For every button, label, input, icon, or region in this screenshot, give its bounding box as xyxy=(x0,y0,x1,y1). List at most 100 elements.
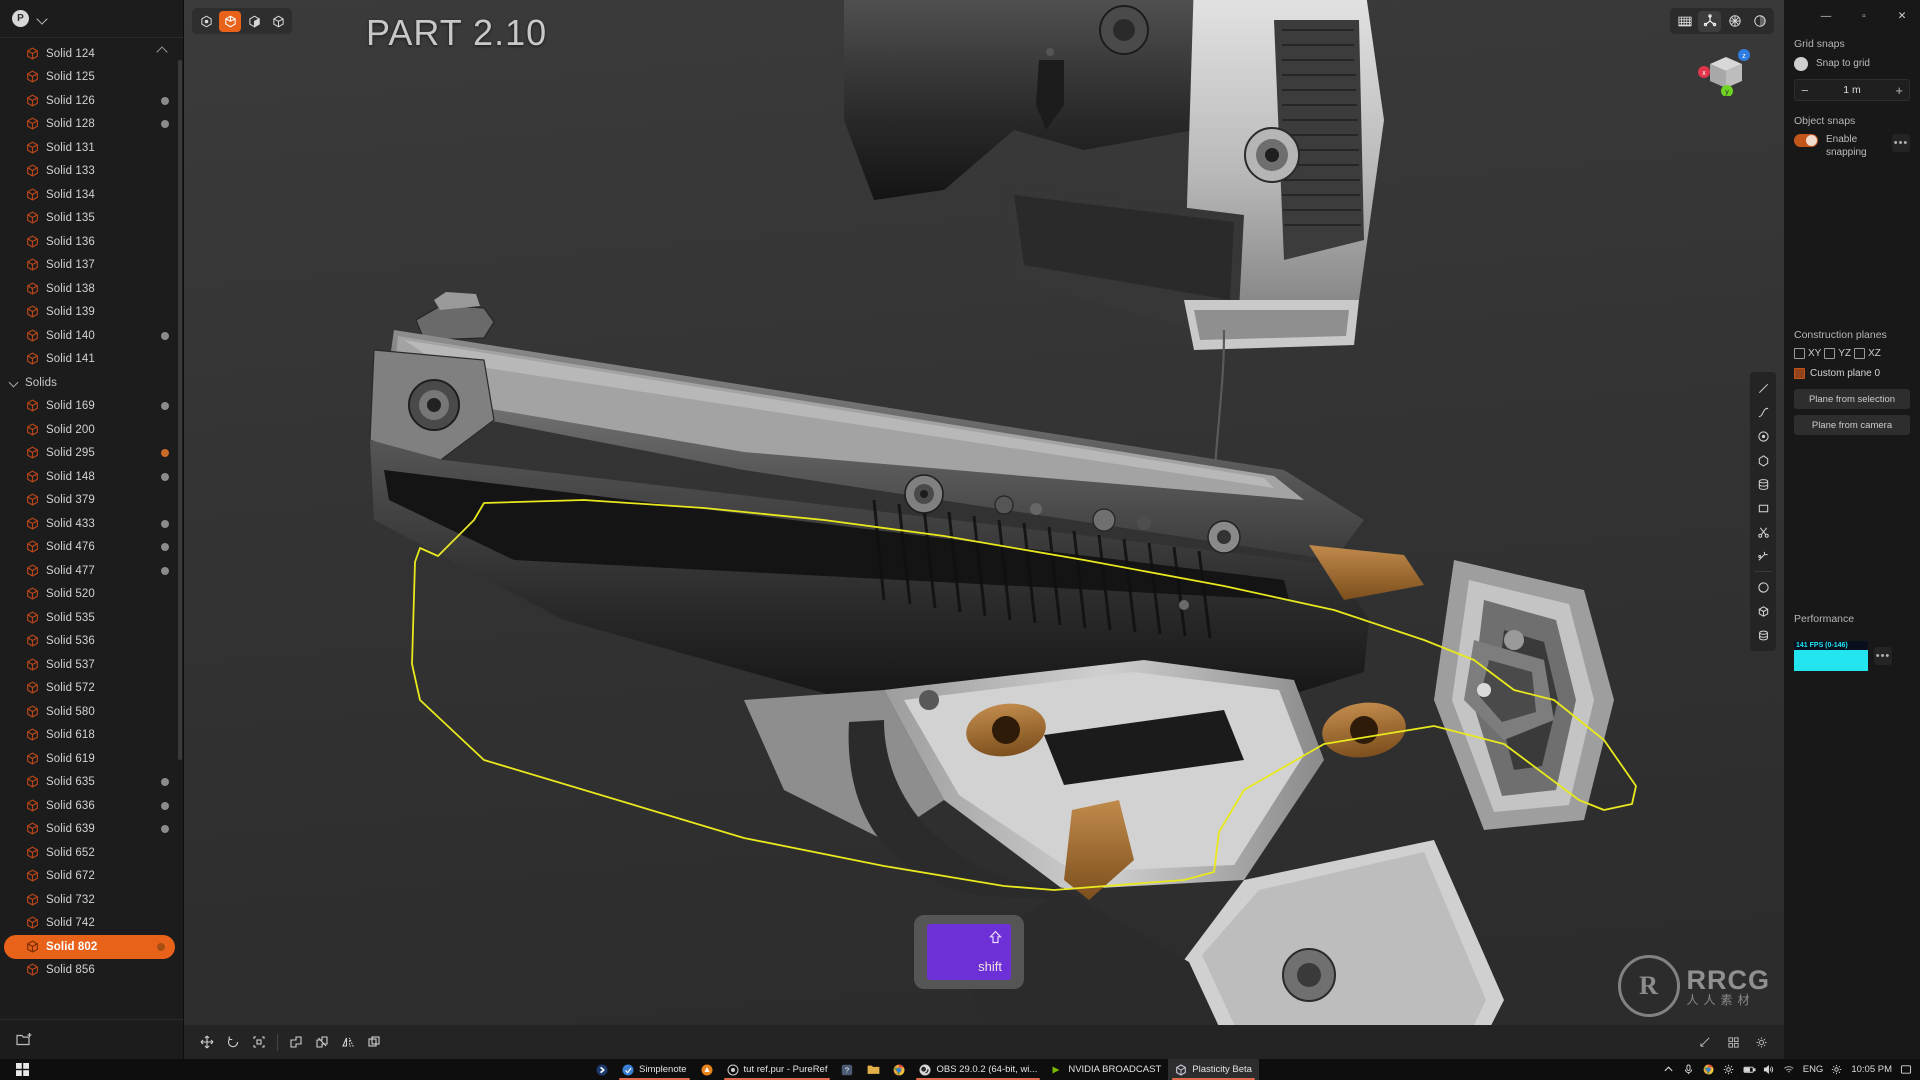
outliner-item[interactable]: Solid 672 xyxy=(0,865,183,889)
visibility-dot[interactable] xyxy=(161,801,169,810)
outliner-item[interactable]: Solid 136 xyxy=(0,230,183,254)
outliner-tree[interactable]: Solid 124 Solid 125 Solid 126 Solid 128 Soli… xyxy=(0,38,183,1019)
outliner-item[interactable]: Solid 128 xyxy=(0,113,183,137)
outliner-item[interactable]: Solid 140 xyxy=(0,324,183,348)
sidebar-scrollbar[interactable] xyxy=(178,60,182,760)
outliner-item[interactable]: Solid 379 xyxy=(0,489,183,513)
maximize-button[interactable]: ▫ xyxy=(1846,1,1882,31)
grid-step-decrease-button[interactable]: − xyxy=(1801,83,1809,98)
app-logo-icon[interactable]: P xyxy=(12,10,29,27)
enable-snapping-row[interactable]: Enable snapping ••• xyxy=(1794,134,1910,159)
3d-viewport[interactable]: PART 2.10 z x y shift R RRCG 人人素材 xyxy=(184,0,1784,1059)
microphone-icon[interactable] xyxy=(1683,1063,1695,1076)
visibility-dot[interactable] xyxy=(161,449,169,458)
outliner-item[interactable]: Solid 476 xyxy=(0,536,183,560)
visibility-dot[interactable] xyxy=(161,120,169,129)
visibility-dot[interactable] xyxy=(161,825,169,834)
outliner-item[interactable]: Solid 124 xyxy=(0,42,183,66)
settings-gear-icon[interactable] xyxy=(1831,1064,1843,1076)
outliner-item[interactable]: Solid 618 xyxy=(0,724,183,748)
window-controls[interactable]: — ▫ ✕ xyxy=(1794,0,1920,32)
taskbar-item[interactable]: NVIDIA BROADCAST xyxy=(1044,1059,1168,1080)
chrome-tray-icon[interactable] xyxy=(1703,1064,1715,1076)
view-cube-gizmo[interactable]: z x y xyxy=(1696,48,1752,96)
outliner-item[interactable]: Solid 635 xyxy=(0,771,183,795)
visibility-dot[interactable] xyxy=(161,778,169,787)
outliner-item[interactable]: Solid 619 xyxy=(0,747,183,771)
select-edge-mode-button[interactable] xyxy=(219,10,241,32)
scale-tool-button[interactable] xyxy=(246,1030,272,1054)
outliner-item[interactable]: Solid 141 xyxy=(0,348,183,372)
outliner-item[interactable]: Solid 148 xyxy=(0,465,183,489)
language-indicator[interactable]: ENG xyxy=(1803,1064,1824,1075)
taskbar-item[interactable] xyxy=(860,1059,886,1080)
duplicate-tool-button[interactable] xyxy=(361,1030,387,1054)
tray-expand-icon[interactable] xyxy=(1663,1064,1675,1076)
select-solid-mode-button[interactable] xyxy=(267,11,289,32)
taskbar-item[interactable]: ? xyxy=(834,1059,860,1080)
snap-to-grid-toggle[interactable] xyxy=(1794,57,1808,71)
outliner-item[interactable]: Solid 134 xyxy=(0,183,183,207)
outliner-group-solids[interactable]: Solids xyxy=(0,371,183,395)
outliner-item[interactable]: Solid 169 xyxy=(0,395,183,419)
minimize-button[interactable]: — xyxy=(1808,1,1844,31)
selection-mode-toolbar[interactable] xyxy=(192,8,292,34)
outliner-item[interactable]: Solid 138 xyxy=(0,277,183,301)
box-tool-icon[interactable] xyxy=(1751,496,1775,520)
clock[interactable]: 10:05 PM xyxy=(1851,1064,1892,1075)
orientation-toggle-button[interactable] xyxy=(1723,11,1746,32)
outliner-item[interactable]: Solid 636 xyxy=(0,794,183,818)
outliner-item[interactable]: Solid 732 xyxy=(0,888,183,912)
grid-step-stepper[interactable]: − 1 m + xyxy=(1794,79,1910,101)
viewport-bottom-toolbar[interactable] xyxy=(184,1025,1784,1059)
outliner-item[interactable]: Solid 139 xyxy=(0,301,183,325)
select-point-mode-button[interactable] xyxy=(195,11,217,32)
windows-taskbar[interactable]: Simplenote tut ref.pur - PureRef? OBS 29.0… xyxy=(0,1059,1920,1080)
viewport-bottom-right-tools[interactable] xyxy=(1692,1025,1774,1059)
outliner-item[interactable]: Solid 125 xyxy=(0,66,183,90)
visibility-dot[interactable] xyxy=(157,942,165,951)
chevron-down-icon[interactable] xyxy=(37,13,49,25)
sphere-tool-icon[interactable] xyxy=(1751,575,1775,599)
start-button[interactable] xyxy=(0,1059,44,1080)
plane-xz-button[interactable]: XZ xyxy=(1854,348,1881,359)
outliner-item[interactable]: Solid 580 xyxy=(0,700,183,724)
construction-tools-strip[interactable] xyxy=(1750,372,1776,651)
outliner-item[interactable]: Solid 126 xyxy=(0,89,183,113)
object-snaps-more-button[interactable]: ••• xyxy=(1892,134,1910,152)
visibility-dot[interactable] xyxy=(161,566,169,575)
outliner-item[interactable]: Solid 652 xyxy=(0,841,183,865)
measure-tool-button[interactable] xyxy=(1692,1030,1718,1054)
snap-to-grid-row[interactable]: Snap to grid xyxy=(1794,57,1910,71)
visibility-dot[interactable] xyxy=(161,519,169,528)
outliner-item[interactable]: Solid 137 xyxy=(0,254,183,278)
cut-tool-button[interactable] xyxy=(309,1030,335,1054)
viewport-canvas[interactable]: PART 2.10 z x y shift R RRCG 人人素材 xyxy=(184,0,1784,1059)
new-group-icon[interactable] xyxy=(16,1032,33,1047)
visibility-dot[interactable] xyxy=(161,96,169,105)
taskbar-item[interactable] xyxy=(886,1059,912,1080)
taskbar-item[interactable] xyxy=(589,1059,615,1080)
chevron-down-icon[interactable] xyxy=(10,378,20,388)
taskbar-item[interactable]: Simplenote xyxy=(615,1059,694,1080)
visibility-dot[interactable] xyxy=(161,472,169,481)
wifi-icon[interactable] xyxy=(1783,1064,1795,1076)
outliner-item[interactable]: Solid 802 xyxy=(4,935,175,959)
taskbar-item[interactable]: Plasticity Beta xyxy=(1168,1059,1259,1080)
trim-tool-icon[interactable] xyxy=(1751,520,1775,544)
performance-more-button[interactable]: ••• xyxy=(1874,647,1892,665)
grid-step-increase-button[interactable]: + xyxy=(1895,83,1903,98)
system-tray[interactable]: ENG 10:05 PM xyxy=(1663,1063,1920,1076)
mirror-tool-button[interactable] xyxy=(335,1030,361,1054)
volume-icon[interactable] xyxy=(1763,1064,1775,1076)
view-options-toolbar[interactable] xyxy=(1670,8,1774,34)
cube-tool-icon[interactable] xyxy=(1751,599,1775,623)
brightness-icon[interactable] xyxy=(1723,1064,1735,1076)
visibility-dot[interactable] xyxy=(161,331,169,340)
taskbar-item[interactable]: OBS 29.0.2 (64-bit, wi... xyxy=(912,1059,1044,1080)
union-tool-button[interactable] xyxy=(283,1030,309,1054)
outliner-item[interactable]: Solid 537 xyxy=(0,653,183,677)
select-face-mode-button[interactable] xyxy=(243,11,265,32)
outliner-item[interactable]: Solid 742 xyxy=(0,912,183,936)
move-tool-button[interactable] xyxy=(194,1030,220,1054)
